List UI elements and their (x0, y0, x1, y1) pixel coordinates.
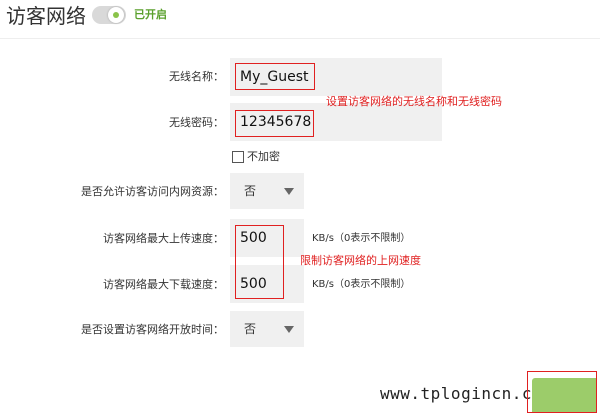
upload-unit: KB/s（0表示不限制） (312, 233, 411, 244)
ssid-label: 无线名称： (169, 70, 224, 83)
chevron-down-icon (284, 326, 294, 333)
download-label: 访客网络最大下载速度： (103, 278, 224, 291)
status-label: 已开启 (134, 8, 167, 21)
schedule-select[interactable]: 否 (230, 311, 304, 347)
schedule-label: 是否设置访客网络开放时间： (81, 323, 224, 336)
speed-highlight (235, 225, 284, 299)
speed-annotation: 限制访客网络的上网速度 (300, 254, 421, 267)
intranet-label: 是否允许访客访问内网资源： (81, 185, 224, 198)
wifi-annotation: 设置访客网络的无线名称和无线密码 (326, 95, 502, 108)
upload-label: 访客网络最大上传速度： (103, 232, 224, 245)
download-unit: KB/s（0表示不限制） (312, 279, 411, 290)
page-title: 访客网络 (6, 4, 86, 28)
no-encrypt-label: 不加密 (247, 150, 280, 163)
header-divider (0, 38, 600, 39)
ssid-highlight (235, 63, 315, 90)
password-highlight (235, 110, 314, 137)
password-label: 无线密码： (169, 116, 224, 129)
chevron-down-icon (284, 188, 294, 195)
save-button[interactable] (527, 371, 597, 413)
schedule-value: 否 (244, 322, 257, 336)
intranet-value: 否 (244, 184, 257, 198)
intranet-select[interactable]: 否 (230, 173, 304, 209)
toggle-knob (108, 7, 124, 23)
no-encrypt-checkbox[interactable] (232, 151, 244, 163)
guest-network-toggle[interactable] (92, 6, 126, 24)
